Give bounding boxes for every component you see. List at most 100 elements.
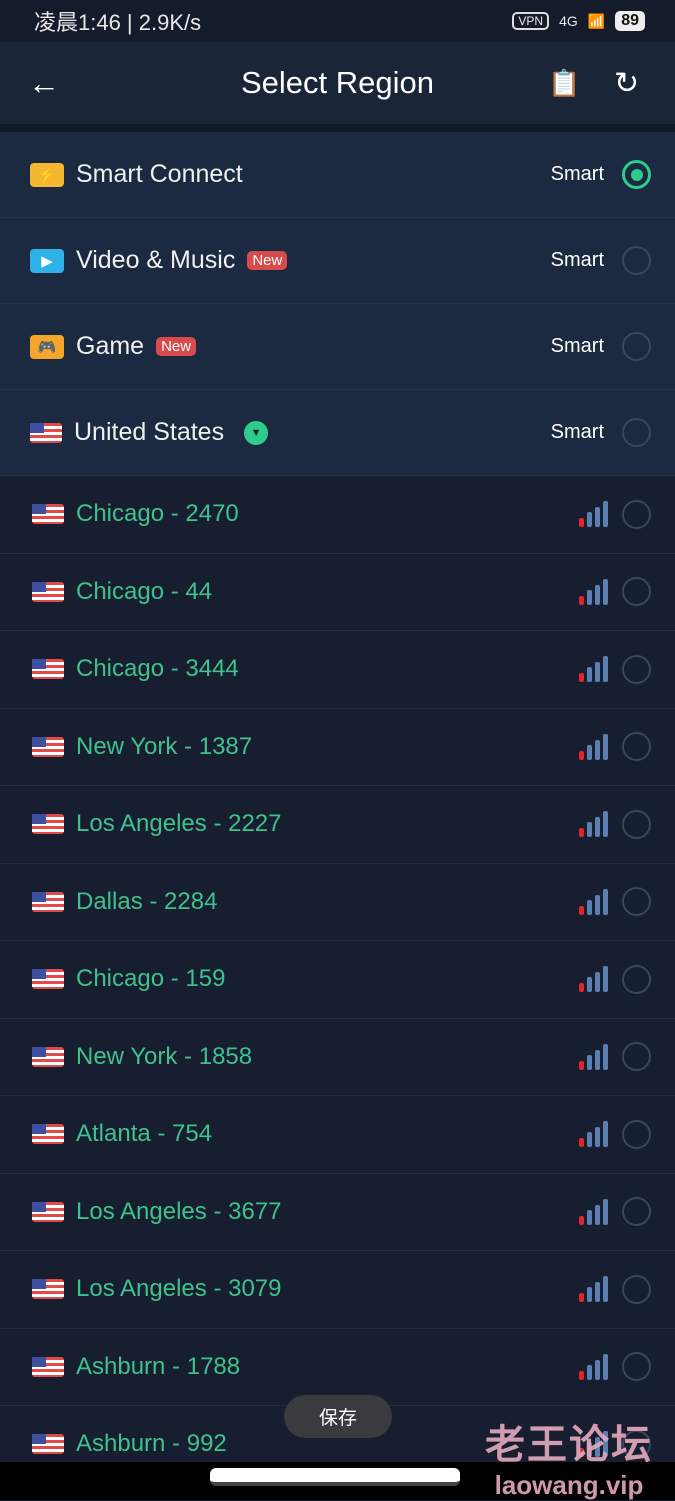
radio[interactable] [622, 1274, 651, 1304]
radio[interactable] [622, 654, 651, 684]
us-flag-icon [32, 1201, 64, 1222]
region-mode: Smart [550, 421, 604, 443]
radio[interactable] [622, 1119, 651, 1149]
us-flag-icon [32, 736, 64, 757]
home-indicator[interactable] [210, 1468, 460, 1486]
status-bar: 凌晨1:46 | 2.9K/s VPN 4G 📶 89 [0, 0, 675, 42]
server-label: Dallas - 2284 [76, 887, 218, 915]
document-location-icon[interactable]: 📋 [548, 68, 580, 99]
radio[interactable] [622, 964, 651, 994]
radio[interactable] [622, 1352, 651, 1382]
server-label: Atlanta - 754 [76, 1120, 213, 1148]
watermark-title: 老王论坛 [485, 1423, 653, 1467]
battery-icon: 89 [615, 11, 645, 31]
radio[interactable] [622, 1042, 651, 1072]
region-mode: Smart [550, 163, 604, 185]
lightning-icon: ⚡ [30, 162, 64, 187]
new-badge: New [247, 251, 288, 270]
signal-strength-icon [579, 501, 608, 528]
us-flag-icon [32, 659, 64, 680]
server-row[interactable]: Los Angeles - 3677 [0, 1173, 675, 1251]
arrow-left-icon[interactable]: ← [28, 65, 60, 102]
vpn-icon: VPN [512, 12, 550, 30]
us-flag-icon [32, 1124, 64, 1145]
server-label: New York - 1387 [76, 732, 253, 760]
network-icon: 4G [559, 13, 578, 29]
region-label: Smart Connect [76, 160, 243, 188]
signal-strength-icon [579, 888, 608, 915]
gamepad-icon: 🎮 [30, 334, 64, 359]
server-label: Chicago - 2470 [76, 500, 239, 528]
signal-strength-icon [579, 811, 608, 838]
region-video-music[interactable]: ▶ Video & Music New Smart [0, 218, 675, 304]
server-label: Ashburn - 992 [76, 1430, 227, 1458]
us-flag-icon [32, 504, 64, 525]
server-row[interactable]: New York - 1858 [0, 1018, 675, 1096]
server-row[interactable]: Chicago - 2470 [0, 476, 675, 554]
server-label: Chicago - 159 [76, 965, 226, 993]
server-row[interactable]: Los Angeles - 2227 [0, 786, 675, 864]
radio[interactable] [622, 577, 651, 607]
us-flag-icon [32, 891, 64, 912]
server-row[interactable]: Chicago - 159 [0, 941, 675, 1019]
divider [0, 124, 675, 132]
status-time: 凌晨1:46 | 2.9K/s [34, 10, 202, 35]
signal-strength-icon [579, 656, 608, 683]
us-flag-icon [32, 1356, 64, 1377]
watermark: 老王论坛 laowang.vip [485, 1412, 653, 1501]
radio[interactable] [622, 499, 651, 529]
us-flag-icon [32, 581, 64, 602]
region-united-states[interactable]: United States ▼ Smart [0, 390, 675, 476]
us-flag-icon [30, 422, 62, 443]
region-mode: Smart [550, 249, 604, 271]
app-header: ← Select Region 📋 ↻ [0, 42, 675, 124]
us-flag-icon [32, 1046, 64, 1067]
radio[interactable] [622, 732, 651, 762]
radio[interactable] [622, 332, 651, 361]
region-label: United States [74, 418, 225, 446]
radio[interactable] [622, 246, 651, 275]
play-icon: ▶ [30, 248, 64, 273]
server-row[interactable]: Chicago - 44 [0, 553, 675, 631]
toast-message: 保存 [284, 1395, 392, 1438]
us-flag-icon [32, 1434, 64, 1455]
signal-strength-icon [579, 1043, 608, 1070]
wifi-icon: 📶 [587, 12, 606, 29]
server-label: Chicago - 44 [76, 577, 213, 605]
region-label: Video & Music [76, 246, 236, 274]
radio[interactable] [622, 809, 651, 839]
server-row[interactable]: Dallas - 2284 [0, 863, 675, 941]
signal-strength-icon [579, 1276, 608, 1303]
signal-strength-icon [579, 966, 608, 993]
radio-selected[interactable] [622, 160, 651, 189]
signal-strength-icon [579, 733, 608, 760]
signal-strength-icon [579, 578, 608, 605]
server-row[interactable]: Los Angeles - 3079 [0, 1251, 675, 1329]
server-row[interactable]: New York - 1387 [0, 708, 675, 786]
signal-strength-icon [579, 1353, 608, 1380]
watermark-url: laowang.vip [494, 1470, 644, 1500]
signal-strength-icon [579, 1198, 608, 1225]
server-label: Los Angeles - 3079 [76, 1275, 282, 1303]
us-flag-icon [32, 814, 64, 835]
server-label: Los Angeles - 3677 [76, 1197, 282, 1225]
radio[interactable] [622, 887, 651, 917]
signal-strength-icon [579, 1121, 608, 1148]
radio[interactable] [622, 418, 651, 447]
server-label: Chicago - 3444 [76, 655, 239, 683]
server-label: Los Angeles - 2227 [76, 810, 282, 838]
region-game[interactable]: 🎮 Game New Smart [0, 304, 675, 390]
server-label: Ashburn - 1788 [76, 1352, 241, 1380]
refresh-icon[interactable]: ↻ [614, 66, 639, 101]
us-flag-icon [32, 1279, 64, 1300]
region-label: Game [76, 332, 145, 360]
server-row[interactable]: Atlanta - 754 [0, 1096, 675, 1174]
region-mode: Smart [550, 335, 604, 357]
region-smart-connect[interactable]: ⚡ Smart Connect Smart [0, 132, 675, 218]
us-flag-icon [32, 969, 64, 990]
server-label: New York - 1858 [76, 1042, 253, 1070]
new-badge: New [156, 337, 197, 356]
server-row[interactable]: Chicago - 3444 [0, 631, 675, 709]
chevron-down-icon[interactable]: ▼ [244, 420, 269, 445]
radio[interactable] [622, 1197, 651, 1227]
